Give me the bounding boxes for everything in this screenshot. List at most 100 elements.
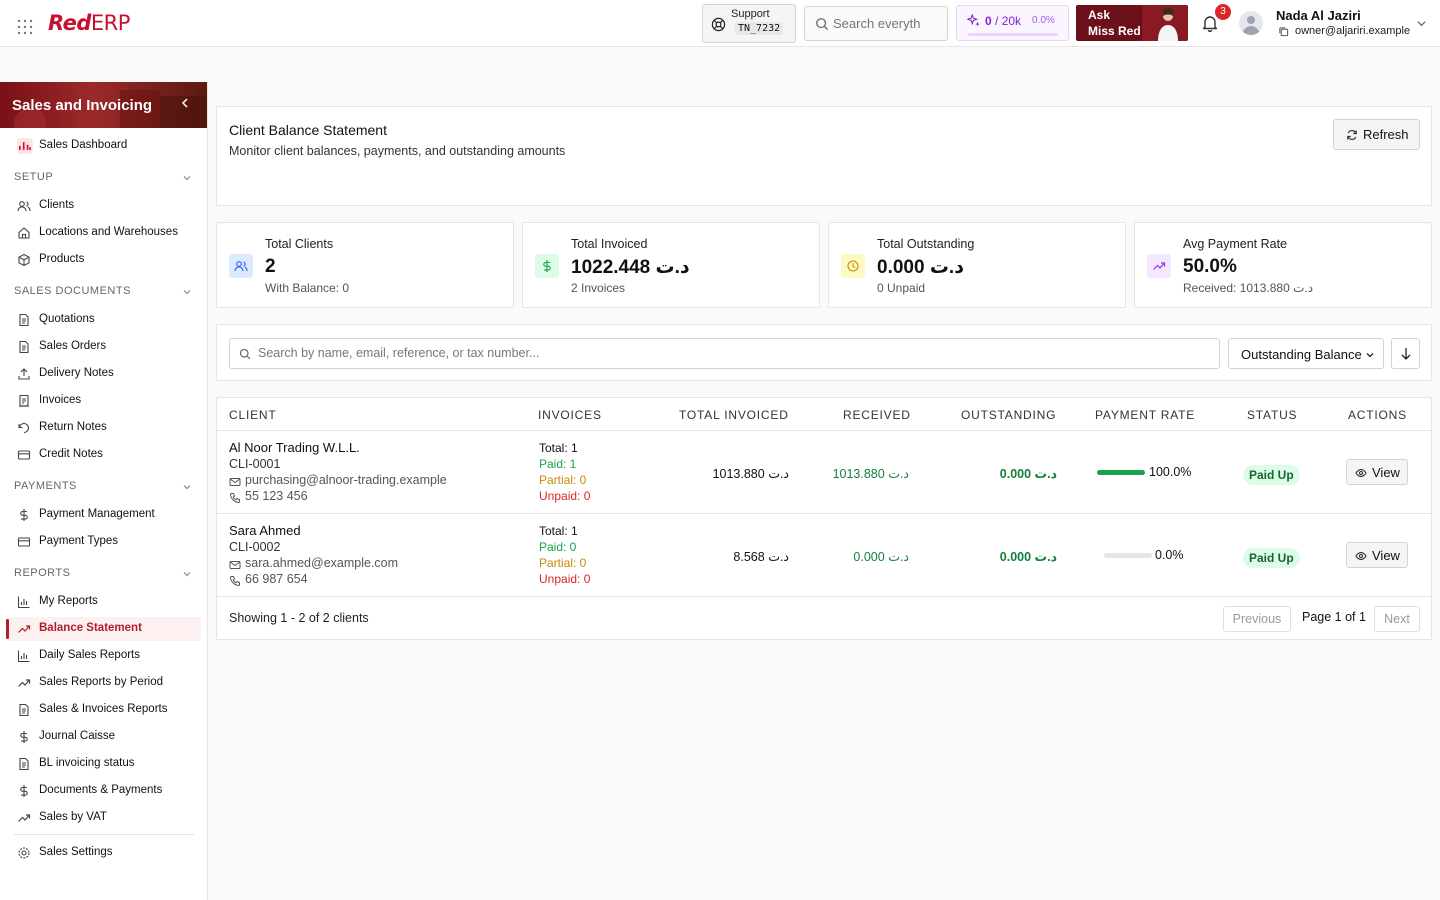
sidebar-item-label: Documents & Payments: [39, 784, 163, 796]
ask-miss-red-button[interactable]: Ask Miss Red: [1076, 5, 1188, 41]
usage-percent: 0.0%: [1032, 15, 1055, 26]
user-avatar[interactable]: [1239, 11, 1263, 35]
dollar-icon: [17, 508, 31, 522]
stat-subtext: With Balance: 0: [265, 281, 350, 295]
column-header-status[interactable]: STATUS: [1247, 408, 1297, 422]
column-header-payment-rate[interactable]: PAYMENT RATE: [1095, 408, 1195, 422]
sidebar-item-journal-caisse[interactable]: Journal Caisse: [6, 725, 201, 749]
sidebar-item-my-reports[interactable]: My Reports: [6, 590, 201, 614]
column-header-invoices[interactable]: INVOICES: [538, 408, 602, 422]
received-amount: 0.000 د.ت: [853, 550, 909, 564]
outstanding-amount: 0.000 د.ت: [999, 467, 1057, 481]
next-button[interactable]: Next: [1374, 606, 1420, 632]
sidebar-section-payments[interactable]: PAYMENTS: [14, 480, 194, 496]
ai-usage-meter[interactable]: 0 / 20k 0.0%: [956, 5, 1069, 41]
apps-grid-icon[interactable]: [17, 19, 33, 35]
file-icon: [19, 757, 29, 771]
sidebar-item-label: Quotations: [39, 313, 95, 325]
sidebar-item-label: Daily Sales Reports: [39, 649, 140, 661]
dollar-icon: [20, 785, 28, 797]
previous-button[interactable]: Previous: [1223, 606, 1291, 632]
sidebar-item-invoices[interactable]: Invoices: [6, 389, 201, 413]
sidebar-item-balance-statement[interactable]: Balance Statement: [6, 617, 201, 641]
client-name[interactable]: Sara Ahmed: [229, 523, 301, 538]
column-header-client[interactable]: CLIENT: [229, 408, 276, 422]
sidebar-item-label: Sales by VAT: [39, 811, 107, 823]
sidebar-item-return-notes[interactable]: Return Notes: [6, 416, 201, 440]
sidebar-item-products[interactable]: Products: [6, 248, 201, 272]
section-label: SALES DOCUMENTS: [14, 285, 131, 297]
sidebar-item-label: Payment Management: [39, 508, 155, 520]
invoice-total-count: Total: 1: [539, 441, 578, 455]
column-header-total-invoiced[interactable]: TOTAL INVOICED: [679, 408, 789, 422]
stat-value: 1022.448 د.ت: [571, 257, 690, 278]
sidebar-item-delivery-notes[interactable]: Delivery Notes: [6, 362, 201, 386]
file-icon: [19, 340, 29, 354]
phone-icon: [229, 493, 240, 504]
invoice-paid-count: Paid: 1: [539, 457, 577, 471]
sidebar-item-clients[interactable]: Clients: [6, 194, 201, 218]
view-button[interactable]: View: [1346, 459, 1408, 485]
sidebar-item-quotations[interactable]: Quotations: [6, 308, 201, 332]
sidebar-item-sales-settings[interactable]: Sales Settings: [6, 841, 201, 865]
sidebar-item-documents-payments[interactable]: Documents & Payments: [6, 779, 201, 803]
view-button[interactable]: View: [1346, 542, 1408, 568]
sidebar-item-payment-types[interactable]: Payment Types: [6, 530, 201, 554]
client-email[interactable]: sara.ahmed@example.com: [245, 556, 398, 570]
stat-label: Avg Payment Rate: [1183, 237, 1287, 251]
sidebar-item-label: Return Notes: [39, 421, 107, 433]
stat-value: 50.0%: [1183, 256, 1237, 277]
client-search[interactable]: [229, 338, 1220, 369]
column-header-outstanding[interactable]: OUTSTANDING: [961, 408, 1056, 422]
sort-by-select[interactable]: Outstanding Balance: [1228, 338, 1384, 369]
copy-icon[interactable]: [1278, 26, 1289, 37]
sidebar-item-daily-sales-reports[interactable]: Daily Sales Reports: [6, 644, 201, 668]
global-search-input[interactable]: [833, 16, 943, 31]
file-icon: [17, 703, 31, 717]
support-button[interactable]: Support TN_7232: [702, 4, 796, 43]
sidebar-section-sales-documents[interactable]: SALES DOCUMENTS: [14, 285, 194, 301]
trending-up-icon: [18, 814, 31, 822]
client-name[interactable]: Al Noor Trading W.L.L.: [229, 440, 360, 455]
global-search[interactable]: [804, 6, 948, 41]
payment-rate-text: 0.0%: [1155, 548, 1184, 562]
sidebar-section-setup[interactable]: SETUP: [14, 171, 194, 187]
total-invoiced: 8.568 د.ت: [733, 550, 789, 564]
upload-icon: [18, 368, 30, 380]
sidebar-item-sales-by-vat[interactable]: Sales by VAT: [6, 806, 201, 830]
sidebar-item-credit-notes[interactable]: Credit Notes: [6, 443, 201, 467]
rotate-icon: [18, 422, 30, 434]
refresh-button[interactable]: Refresh: [1333, 119, 1420, 150]
trending-up-icon: [17, 676, 31, 690]
app-logo[interactable]: RedERP: [48, 11, 130, 35]
sidebar-item-label: Credit Notes: [39, 448, 103, 460]
column-header-actions[interactable]: ACTIONS: [1348, 408, 1407, 422]
dollar-icon: [20, 731, 28, 743]
sidebar-item-label: Clients: [39, 199, 75, 211]
client-search-input[interactable]: [258, 346, 1198, 360]
sidebar-item-payment-management[interactable]: Payment Management: [6, 503, 201, 527]
sidebar-item-sales-dashboard[interactable]: Sales Dashboard: [6, 134, 201, 158]
client-email[interactable]: purchasing@alnoor-trading.example: [245, 473, 447, 487]
stat-value: 0.000 د.ت: [877, 257, 964, 278]
trending-up-icon: [18, 625, 31, 633]
sidebar-item-sales-invoices-reports[interactable]: Sales & Invoices Reports: [6, 698, 201, 722]
file-icon: [19, 703, 29, 717]
sidebar-item-sales-orders[interactable]: Sales Orders: [6, 335, 201, 359]
sidebar-item-locations-and-warehouses[interactable]: Locations and Warehouses: [6, 221, 201, 245]
sidebar-item-label: My Reports: [39, 595, 98, 607]
view-label: View: [1372, 548, 1400, 563]
chevron-down-icon[interactable]: [1416, 18, 1427, 29]
column-header-received[interactable]: RECEIVED: [843, 408, 911, 422]
sidebar-item-sales-reports-by-period[interactable]: Sales Reports by Period: [6, 671, 201, 695]
sidebar-item-bl-invoicing-status[interactable]: BL invoicing status: [6, 752, 201, 776]
chevron-left-icon[interactable]: [178, 96, 192, 110]
card-icon: [17, 448, 31, 462]
sidebar-section-reports[interactable]: REPORTS: [14, 567, 194, 583]
invoice-partial-count: Partial: 0: [539, 473, 587, 487]
users-icon: [234, 261, 248, 272]
sort-direction-button[interactable]: [1391, 338, 1420, 369]
sidebar-item-label: Sales Settings: [39, 846, 113, 858]
assistant-figure-icon: [1142, 5, 1188, 41]
home-icon: [18, 227, 30, 239]
